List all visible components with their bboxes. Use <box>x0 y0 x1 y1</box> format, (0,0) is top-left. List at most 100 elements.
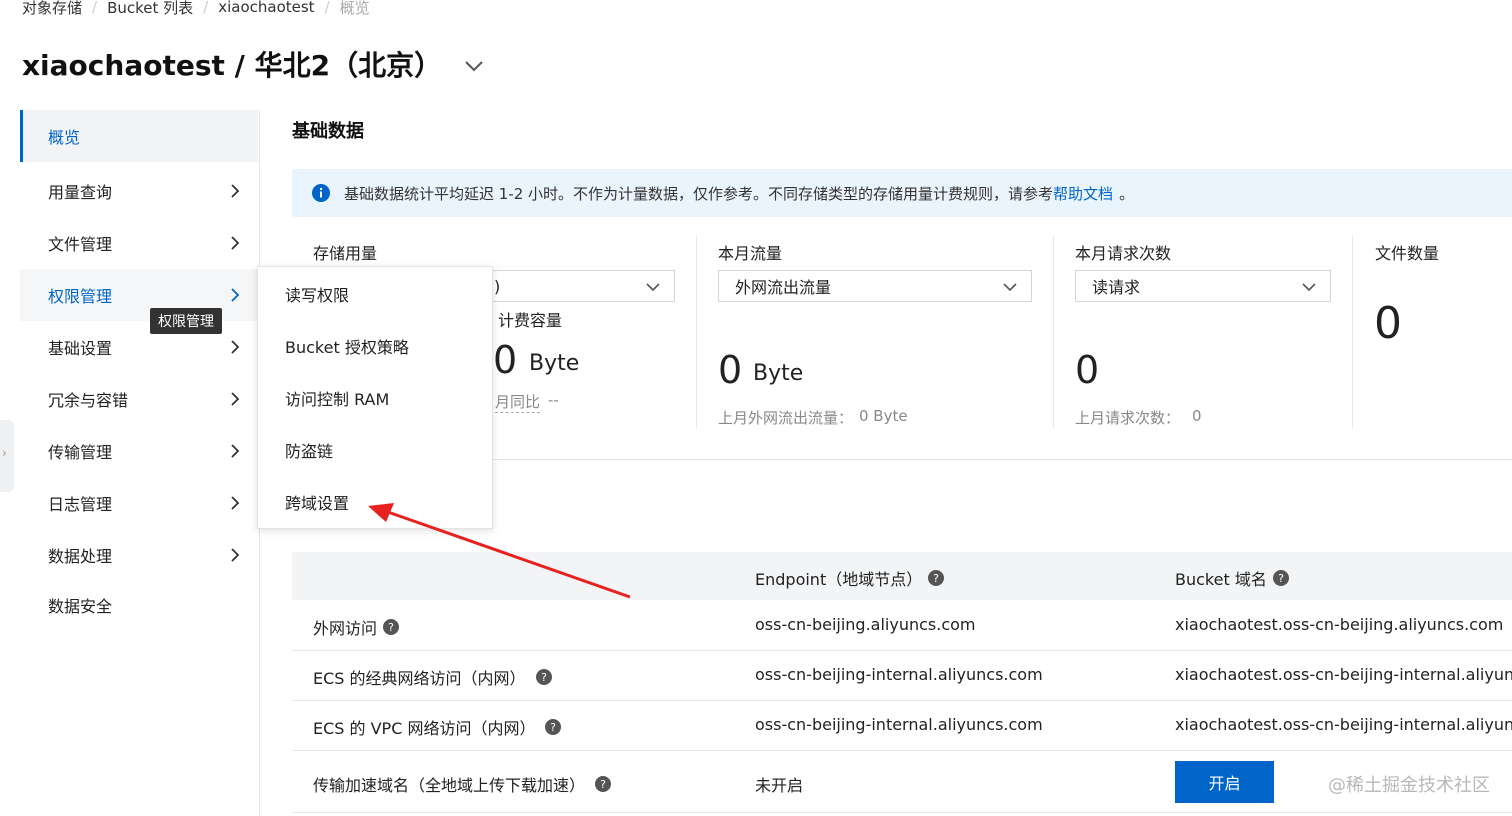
storage-select-value: ) <box>494 276 501 296</box>
sidebar-item-redundancy[interactable]: 冗余与容错 <box>20 373 258 425</box>
requests-value: 0 <box>1075 348 1100 392</box>
sidebar-item-label: 冗余与容错 <box>48 391 129 410</box>
svg-text:?: ? <box>551 721 557 734</box>
notice-text: 基础数据统计平均延迟 1-2 小时。不作为计量数据，仅作参考。不同存储类型的存储… <box>344 184 1054 203</box>
submenu-item-hotlink-protection[interactable]: 防盗链 <box>258 424 492 476</box>
help-icon[interactable]: ? <box>595 776 612 792</box>
chevron-right-icon <box>231 496 240 510</box>
requests-label: 本月请求次数 <box>1075 244 1172 263</box>
request-type-select[interactable]: 读请求 <box>1075 270 1331 302</box>
help-doc-link[interactable]: 帮助文档 <box>1053 183 1113 204</box>
chevron-right-icon <box>231 184 240 198</box>
chevron-right-icon <box>231 288 240 302</box>
sidebar-item-usage[interactable]: 用量查询 <box>20 165 258 217</box>
sidebar-item-data-processing[interactable]: 数据处理 <box>20 529 258 581</box>
help-icon[interactable]: ? <box>383 619 400 635</box>
files-label: 文件数量 <box>1375 244 1440 263</box>
svg-text:?: ? <box>388 621 394 634</box>
breadcrumb-oss[interactable]: 对象存储 <box>22 0 82 18</box>
sidebar-item-logs[interactable]: 日志管理 <box>20 477 258 529</box>
endpoint-header-label: Endpoint（地域节点） <box>755 570 923 589</box>
traffic-unit: Byte <box>753 361 804 386</box>
help-icon[interactable]: ? <box>1272 570 1289 586</box>
table-row-name: ECS 的 VPC 网络访问（内网） ? <box>313 715 562 739</box>
traffic-label: 本月流量 <box>718 244 783 263</box>
sidebar-item-permissions[interactable]: 权限管理 <box>20 269 258 321</box>
storage-label: 存储用量 <box>313 244 378 263</box>
traffic-value: 0 <box>718 348 743 392</box>
help-icon[interactable]: ? <box>545 719 562 735</box>
stat-divider <box>696 236 697 428</box>
chevron-right-icon <box>231 340 240 354</box>
chevron-down-icon <box>646 283 660 292</box>
row-name-label: ECS 的经典网络访问（内网） <box>313 669 526 688</box>
submenu-item-ram[interactable]: 访问控制 RAM <box>258 372 492 424</box>
bucket-domain-header-label: Bucket 域名 <box>1175 570 1267 589</box>
submenu-item-cors[interactable]: 跨域设置 <box>258 476 492 528</box>
table-cell-endpoint: 未开启 <box>755 776 804 795</box>
sidebar-item-label: 传输管理 <box>48 443 113 462</box>
row-divider <box>292 750 1512 751</box>
page-title: xiaochaotest / 华北2（北京） <box>22 44 486 84</box>
storage-unit: Byte <box>529 351 580 376</box>
permissions-submenu: 读写权限 Bucket 授权策略 访问控制 RAM 防盗链 跨域设置 <box>257 266 493 529</box>
section-title: 基础数据 <box>292 121 364 142</box>
request-select-value: 读请求 <box>1092 278 1141 297</box>
traffic-type-select[interactable]: 外网流出流量 <box>718 270 1032 302</box>
sidebar-item-label: 权限管理 <box>48 287 113 306</box>
chevron-down-icon <box>1302 283 1316 292</box>
breadcrumb-bucket[interactable]: xiaochaotest <box>218 0 314 16</box>
breadcrumb-separator: / <box>92 0 98 16</box>
svg-text:?: ? <box>541 671 547 684</box>
sidebar-tooltip: 权限管理 <box>150 308 222 334</box>
table-cell-endpoint: oss-cn-beijing.aliyuncs.com <box>755 615 976 634</box>
traffic-last-month-value: 0 Byte <box>859 407 908 425</box>
sidebar-item-files[interactable]: 文件管理 <box>20 217 258 269</box>
chevron-down-icon <box>1003 283 1017 292</box>
table-cell-domain: xiaochaotest.oss-cn-beijing-internal.ali… <box>1175 665 1512 684</box>
table-cell-domain: xiaochaotest.oss-cn-beijing.aliyuncs.com <box>1175 615 1504 634</box>
help-icon[interactable]: ? <box>928 570 945 586</box>
breadcrumb-bucket-list[interactable]: Bucket 列表 <box>107 0 193 18</box>
help-icon[interactable]: ? <box>535 669 552 685</box>
sidebar-item-label: 用量查询 <box>48 183 113 202</box>
stat-divider <box>1352 236 1353 428</box>
info-notice: 基础数据统计平均延迟 1-2 小时。不作为计量数据，仅作参考。不同存储类型的存储… <box>292 169 1512 217</box>
table-cell-endpoint: oss-cn-beijing-internal.aliyuncs.com <box>755 665 1043 684</box>
region-switch-chevron-icon[interactable] <box>462 52 486 76</box>
chevron-right-icon: › <box>2 446 7 460</box>
traffic-select-value: 外网流出流量 <box>735 278 832 297</box>
chevron-right-icon <box>231 392 240 406</box>
page-title-text: xiaochaotest / 华北2（北京） <box>22 49 443 82</box>
row-name-label: 传输加速域名（全地域上传下载加速） <box>313 776 586 795</box>
chevron-right-icon <box>231 444 240 458</box>
sidebar-item-basic-settings[interactable]: 基础设置 <box>20 321 258 373</box>
sidebar-item-label: 基础设置 <box>48 339 113 358</box>
sidebar-item-label: 文件管理 <box>48 235 113 254</box>
sidebar-item-overview[interactable]: 概览 <box>20 110 258 162</box>
breadcrumb: 对象存储 / Bucket 列表 / xiaochaotest / 概览 <box>22 0 370 18</box>
notice-end: 。 <box>1119 184 1135 203</box>
endpoint-header: Endpoint（地域节点） ? <box>755 566 945 590</box>
sidebar-item-data-security[interactable]: 数据安全 <box>20 579 258 631</box>
stat-divider <box>1053 236 1054 428</box>
requests-last-month-value: 0 <box>1192 407 1202 425</box>
row-name-label: 外网访问 <box>313 619 378 638</box>
svg-text:?: ? <box>1278 572 1284 585</box>
submenu-item-bucket-policy[interactable]: Bucket 授权策略 <box>258 320 492 372</box>
bucket-domain-header: Bucket 域名 ? <box>1175 566 1289 590</box>
watermark: @稀土掘金技术社区 <box>1328 775 1490 796</box>
enable-acceleration-button[interactable]: 开启 <box>1175 761 1274 803</box>
domain-table-header: Endpoint（地域节点） ? Bucket 域名 ? <box>292 552 1512 600</box>
sidebar-collapse-handle[interactable]: › <box>0 420 14 492</box>
row-divider <box>292 650 1512 651</box>
sidebar-item-transfer[interactable]: 传输管理 <box>20 425 258 477</box>
table-cell-endpoint: oss-cn-beijing-internal.aliyuncs.com <box>755 715 1043 734</box>
table-row-name: 外网访问 ? <box>313 615 400 639</box>
traffic-last-month-label: 上月外网流出流量： <box>718 409 854 427</box>
table-row-name: ECS 的经典网络访问（内网） ? <box>313 665 552 689</box>
submenu-item-rw-permission[interactable]: 读写权限 <box>258 268 492 320</box>
storage-value: 0 <box>493 338 518 382</box>
table-row-name: 传输加速域名（全地域上传下载加速） ? <box>313 772 612 796</box>
storage-yoy-value: -- <box>548 391 559 409</box>
